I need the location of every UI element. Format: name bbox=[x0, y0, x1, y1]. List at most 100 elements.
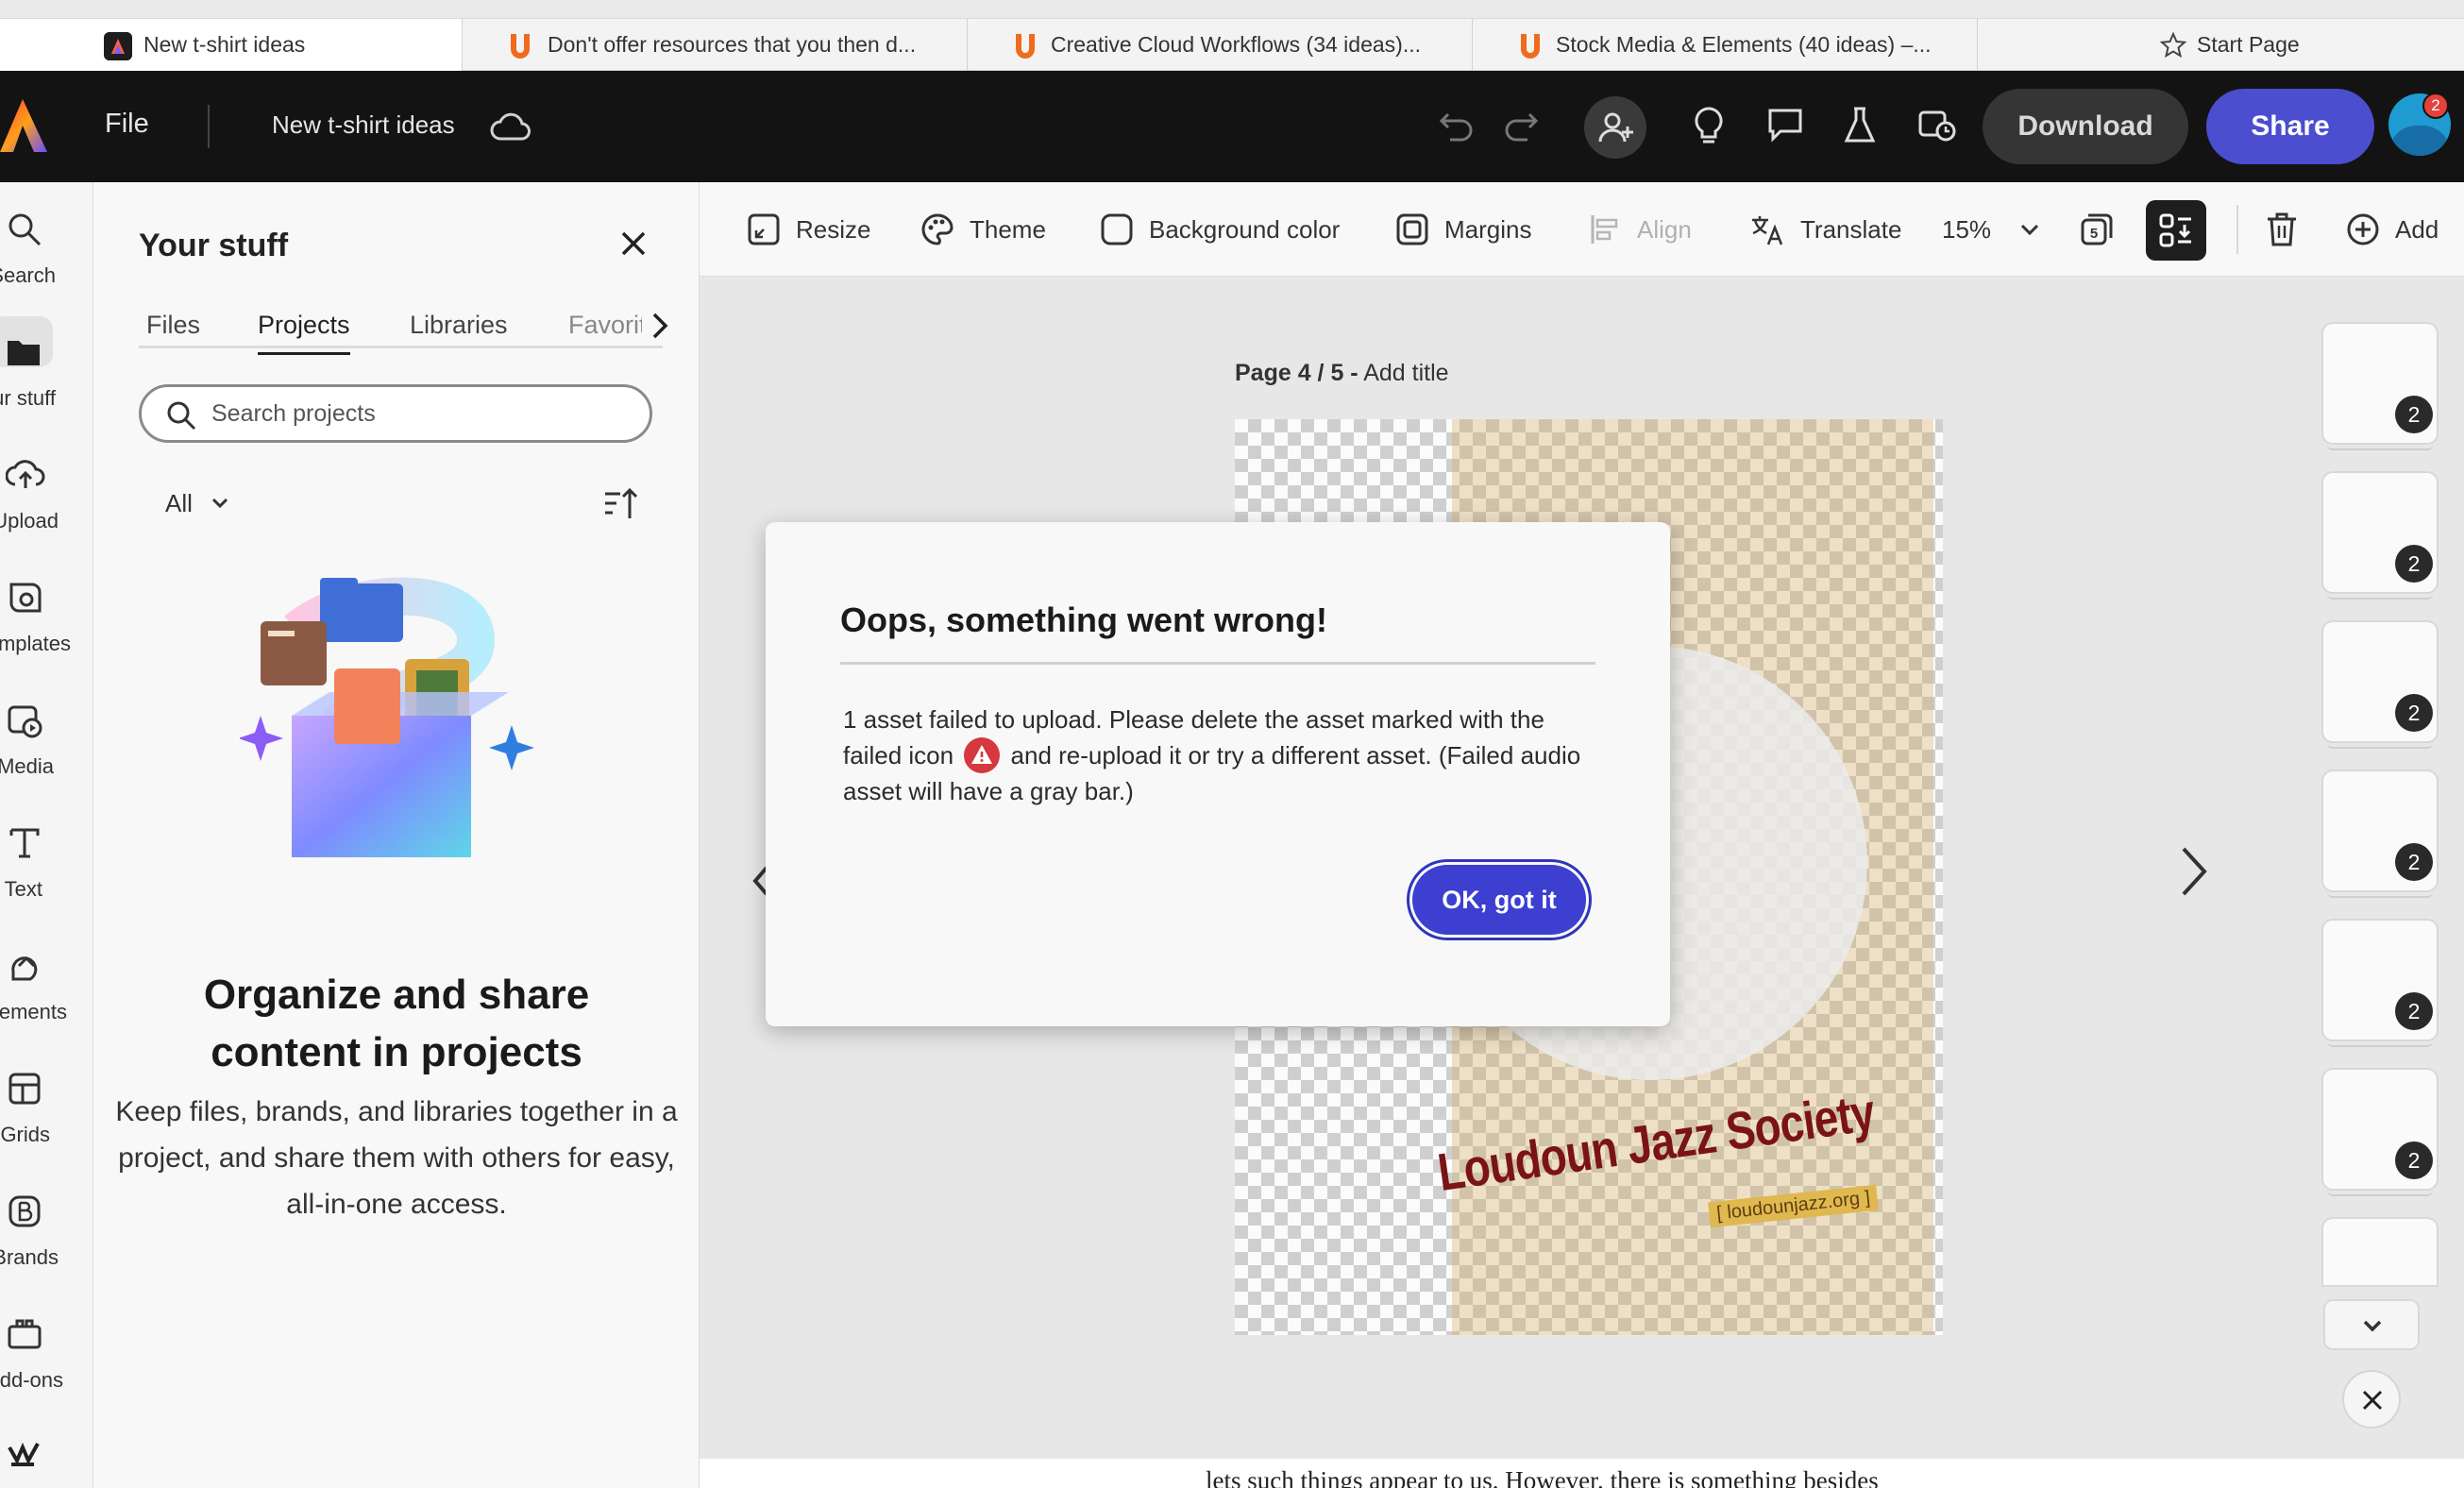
layers-toggle-button[interactable] bbox=[2146, 200, 2206, 261]
notification-badge: 2 bbox=[2422, 93, 2449, 119]
your-stuff-panel: Your stuff Files Projects Libraries Favo… bbox=[93, 182, 700, 1488]
scribble-icon bbox=[6, 1438, 43, 1473]
rail-item-text[interactable]: Text bbox=[0, 824, 93, 928]
browser-tab-new-tshirt-ideas[interactable]: New t-shirt ideas bbox=[0, 19, 463, 71]
rail-item-upload[interactable]: Upload bbox=[0, 456, 93, 560]
filter-dropdown[interactable]: All bbox=[165, 489, 228, 518]
dialog-message-part-2: and re-upload it or try a different asse… bbox=[843, 741, 1581, 805]
undo-icon[interactable] bbox=[1437, 105, 1477, 149]
search-projects-field bbox=[139, 384, 652, 443]
page-thumbnail[interactable]: 2 bbox=[2323, 473, 2437, 600]
page-thumbnail[interactable] bbox=[2323, 1219, 2437, 1285]
theme-button[interactable]: Theme bbox=[920, 211, 1046, 248]
browser-tab-resources[interactable]: Don't offer resources that you then d... bbox=[463, 19, 968, 71]
browser-tab-stock-media[interactable]: Stock Media & Elements (40 ideas) –... bbox=[1473, 19, 1978, 71]
browser-tab-label: Stock Media & Elements (40 ideas) –... bbox=[1556, 32, 1932, 57]
panel-tabs: Files Projects Libraries Favorites bbox=[139, 311, 668, 355]
search-icon bbox=[6, 211, 43, 253]
rail-item-label: Upload bbox=[0, 509, 59, 533]
align-icon bbox=[1591, 215, 1618, 244]
cloud-sync-icon[interactable] bbox=[489, 109, 532, 147]
rail-item-brands[interactable]: Brands bbox=[0, 1192, 93, 1296]
thumbnails-scroll-down-button[interactable] bbox=[2323, 1299, 2420, 1350]
tab-files[interactable]: Files bbox=[146, 311, 200, 340]
page-thumbnail[interactable]: 2 bbox=[2323, 771, 2437, 898]
upload-error-dialog: Oops, something went wrong! 1 asset fail… bbox=[766, 522, 1670, 1026]
translate-icon bbox=[1752, 216, 1783, 245]
page-thumbnail[interactable]: 2 bbox=[2323, 324, 2437, 450]
download-button[interactable]: Download bbox=[1983, 89, 2188, 164]
rail-item-add-ons[interactable]: Add-ons bbox=[0, 1315, 93, 1419]
layers-icon bbox=[2159, 213, 2191, 247]
close-icon bbox=[621, 231, 646, 256]
browser-tab-creative-cloud-workflows[interactable]: Creative Cloud Workflows (34 ideas)... bbox=[968, 19, 1473, 71]
sort-icon[interactable] bbox=[603, 484, 641, 527]
tab-projects[interactable]: Projects bbox=[258, 311, 350, 355]
rail-item-more[interactable] bbox=[0, 1438, 93, 1485]
share-button[interactable]: Share bbox=[2206, 89, 2374, 164]
tab-favorites[interactable]: Favorites bbox=[568, 311, 642, 340]
rail-item-label: Templates bbox=[0, 632, 71, 655]
ideas-board-favicon-icon bbox=[1013, 32, 1038, 60]
next-page-button[interactable] bbox=[2178, 843, 2210, 905]
tab-libraries[interactable]: Libraries bbox=[410, 311, 508, 340]
rail-item-label: Grids bbox=[0, 1123, 50, 1146]
rail-item-label: Add-ons bbox=[0, 1368, 63, 1392]
rail-item-search[interactable]: Search bbox=[0, 211, 93, 314]
templates-icon bbox=[6, 579, 45, 621]
invite-collaborator-button[interactable] bbox=[1584, 96, 1646, 159]
lightbulb-icon[interactable] bbox=[1690, 105, 1728, 151]
comment-icon[interactable] bbox=[1765, 105, 1805, 149]
delete-button[interactable] bbox=[2265, 211, 2314, 248]
redo-icon[interactable] bbox=[1501, 105, 1541, 149]
toolbar-divider bbox=[2236, 205, 2238, 254]
chevron-down-icon bbox=[2363, 1320, 2382, 1332]
rail-item-grids[interactable]: Grids bbox=[0, 1070, 93, 1174]
browser-tab-start-page[interactable]: Start Page bbox=[1978, 19, 2464, 71]
rail-item-label: Brands bbox=[0, 1245, 59, 1269]
add-title-link[interactable]: Add title bbox=[1363, 360, 1448, 386]
browser-tab-strip: New t-shirt ideas Don't offer resources … bbox=[0, 0, 2464, 71]
resize-button[interactable]: Resize bbox=[747, 211, 870, 248]
filter-label: All bbox=[165, 489, 193, 517]
page-thumbnail[interactable]: 2 bbox=[2323, 1070, 2437, 1196]
add-button[interactable]: Add bbox=[2346, 211, 2439, 248]
translate-button[interactable]: Translate bbox=[1749, 211, 1901, 248]
align-button[interactable]: Align bbox=[1588, 211, 1692, 248]
thumbnail-layer-count: 2 bbox=[2395, 694, 2433, 732]
page-timing-button[interactable]: 5 bbox=[2080, 211, 2129, 248]
addons-icon bbox=[6, 1315, 43, 1358]
close-thumbnails-button[interactable] bbox=[2342, 1370, 2401, 1429]
rail-item-elements[interactable]: Elements bbox=[0, 947, 93, 1051]
star-icon bbox=[2159, 31, 2187, 65]
rail-item-your-stuff[interactable]: Your stuff bbox=[0, 316, 93, 437]
rail-item-templates[interactable]: Templates bbox=[0, 579, 93, 683]
tabs-scroll-right-button[interactable] bbox=[649, 307, 673, 349]
schedule-icon[interactable] bbox=[1916, 105, 1958, 149]
chevron-down-icon bbox=[209, 491, 231, 520]
document-title[interactable]: New t-shirt ideas bbox=[272, 110, 455, 140]
rail-item-media[interactable]: Media bbox=[0, 702, 93, 805]
chevron-right-icon bbox=[2182, 847, 2207, 896]
background-color-button[interactable]: Background color bbox=[1100, 211, 1340, 248]
page-thumbnail[interactable]: 2 bbox=[2323, 622, 2437, 749]
upload-icon bbox=[5, 456, 45, 499]
background-document-text: lets such things appear to us. However, … bbox=[1206, 1466, 1879, 1488]
zoom-dropdown[interactable]: 15% bbox=[1942, 211, 2042, 248]
ok-got-it-button[interactable]: OK, got it bbox=[1412, 865, 1586, 935]
rail-item-label: Text bbox=[4, 877, 42, 901]
close-panel-button[interactable] bbox=[617, 228, 650, 264]
flask-icon[interactable] bbox=[1841, 105, 1879, 151]
margins-label: Margins bbox=[1444, 214, 1532, 244]
browser-tab-label: Don't offer resources that you then d... bbox=[548, 32, 917, 57]
search-projects-input[interactable] bbox=[211, 397, 627, 431]
grids-icon bbox=[6, 1070, 43, 1112]
rail-item-label: Your stuff bbox=[0, 386, 56, 410]
thumbnail-layer-count: 2 bbox=[2395, 1141, 2433, 1179]
page-thumbnail[interactable]: 2 bbox=[2323, 921, 2437, 1047]
text-icon bbox=[6, 824, 43, 867]
adobe-express-logo-icon[interactable] bbox=[0, 99, 47, 157]
folder-icon bbox=[6, 335, 43, 374]
margins-button[interactable]: Margins bbox=[1395, 211, 1531, 248]
file-menu[interactable]: File bbox=[105, 109, 149, 140]
